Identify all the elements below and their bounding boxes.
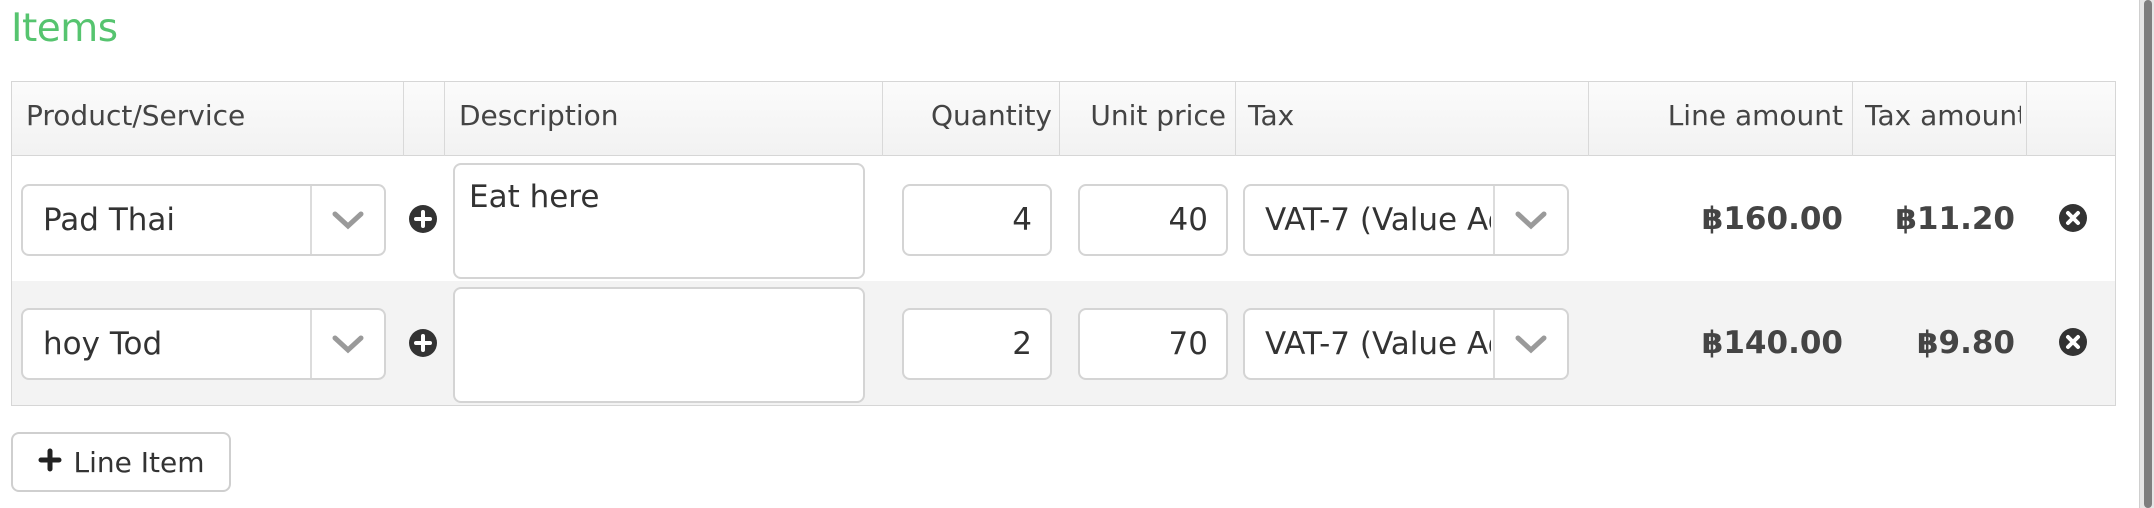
product-select-value: Pad Thai — [43, 202, 176, 238]
items-table: Product/Service Description Quantity Uni… — [11, 81, 2116, 406]
unit-price-input[interactable]: 70 — [1078, 308, 1228, 380]
line-amount: ฿140.00 — [1701, 325, 1843, 361]
header-tax: Tax — [1248, 99, 1295, 132]
table-row: hoy Tod 2 70 VAT-7 (Value Ad ฿140.00 ฿9.… — [12, 281, 2115, 405]
scrollbar-thumb[interactable] — [2144, 0, 2152, 508]
tax-amount: ฿9.80 — [1916, 325, 2015, 361]
line-amount: ฿160.00 — [1701, 201, 1843, 237]
times-circle-icon[interactable] — [2058, 327, 2088, 357]
chevron-down-icon[interactable] — [1493, 186, 1567, 254]
plus-circle-icon[interactable] — [408, 204, 438, 234]
table-row: Pad Thai Eat here 4 40 VAT-7 (Value Ad ฿… — [12, 157, 2115, 281]
add-line-item-button[interactable]: Line Item — [11, 432, 231, 492]
header-quantity: Quantity — [931, 99, 1052, 132]
tax-select[interactable]: VAT-7 (Value Ad — [1243, 184, 1569, 256]
header-product: Product/Service — [26, 99, 246, 132]
table-header-row: Product/Service Description Quantity Uni… — [12, 82, 2115, 156]
chevron-down-icon[interactable] — [310, 186, 384, 254]
header-unit-price: Unit price — [1090, 99, 1226, 132]
plus-circle-icon[interactable] — [408, 328, 438, 358]
plus-icon — [38, 446, 62, 479]
tax-select-value: VAT-7 (Value Ad — [1265, 326, 1491, 362]
product-select[interactable]: hoy Tod — [21, 308, 386, 380]
unit-price-input[interactable]: 40 — [1078, 184, 1228, 256]
quantity-input[interactable]: 2 — [902, 308, 1052, 380]
tax-select[interactable]: VAT-7 (Value Ad — [1243, 308, 1569, 380]
chevron-down-icon[interactable] — [1493, 310, 1567, 378]
description-field[interactable]: Eat here — [453, 163, 865, 279]
header-tax-amount: Tax amount — [1865, 99, 2021, 132]
description-field[interactable] — [453, 287, 865, 403]
times-circle-icon[interactable] — [2058, 203, 2088, 233]
add-line-item-label: Line Item — [73, 445, 205, 479]
tax-amount: ฿11.20 — [1895, 201, 2015, 237]
chevron-down-icon[interactable] — [310, 310, 384, 378]
quantity-input[interactable]: 4 — [902, 184, 1052, 256]
section-title: Items — [11, 6, 118, 51]
tax-select-value: VAT-7 (Value Ad — [1265, 202, 1491, 238]
header-line-amount: Line amount — [1667, 99, 1843, 132]
scrollbar[interactable] — [2139, 0, 2154, 508]
product-select-value: hoy Tod — [43, 326, 163, 362]
header-description: Description — [459, 99, 619, 132]
product-select[interactable]: Pad Thai — [21, 184, 386, 256]
